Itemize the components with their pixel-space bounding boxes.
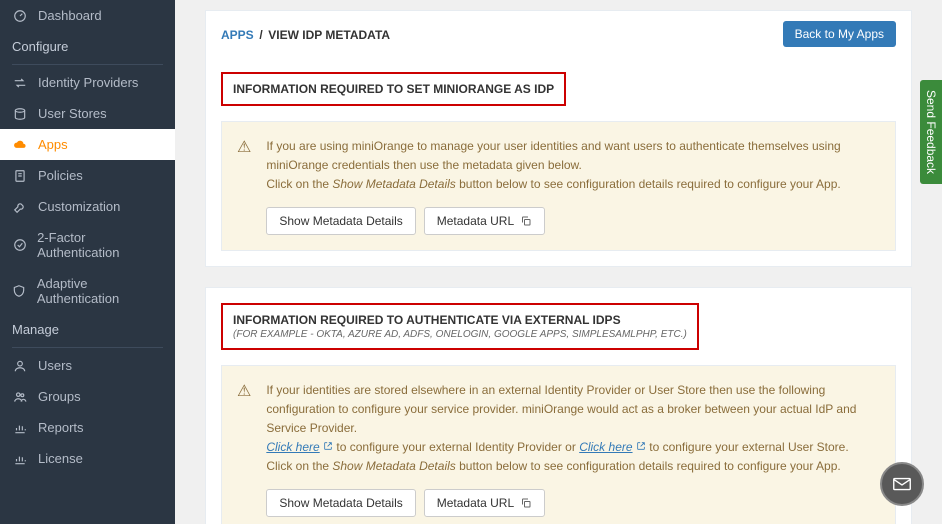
section-subtitle: (FOR EXAMPLE - OKTA, AZURE AD, ADFS, ONE…	[233, 329, 687, 340]
info-box-2: ⚠ If your identities are stored elsewher…	[221, 365, 896, 524]
info-text: If you are using miniOrange to manage yo…	[266, 137, 880, 235]
sidebar-label: Apps	[38, 137, 68, 152]
sidebar-label: Policies	[38, 168, 83, 183]
sidebar-label: Dashboard	[38, 8, 102, 23]
sidebar-item-2fa[interactable]: 2-Factor Authentication	[0, 222, 175, 268]
card-section-2: INFORMATION REQUIRED TO AUTHENTICATE VIA…	[205, 287, 912, 524]
sidebar-label: 2-Factor Authentication	[37, 230, 163, 260]
mail-icon	[891, 473, 913, 495]
show-metadata-details-button[interactable]: Show Metadata Details	[266, 207, 415, 235]
sidebar-section-manage: Manage	[0, 314, 175, 345]
sidebar-item-users[interactable]: Users	[0, 350, 175, 381]
button-row: Show Metadata Details Metadata URL	[266, 207, 880, 235]
metadata-url-button[interactable]: Metadata URL	[424, 207, 545, 235]
sidebar-item-reports[interactable]: Reports	[0, 412, 175, 443]
sidebar-item-license[interactable]: License	[0, 443, 175, 474]
sidebar-item-apps[interactable]: Apps	[0, 129, 175, 160]
button-row: Show Metadata Details Metadata URL	[266, 489, 880, 517]
divider	[12, 64, 163, 65]
sidebar-item-dashboard[interactable]: Dashboard	[0, 0, 175, 31]
show-metadata-details-button[interactable]: Show Metadata Details	[266, 489, 415, 517]
external-link-icon	[323, 441, 333, 451]
divider	[12, 347, 163, 348]
sidebar-label: Customization	[38, 199, 120, 214]
sidebar-label: License	[38, 451, 83, 466]
breadcrumb-current: VIEW IDP METADATA	[268, 28, 390, 42]
sidebar-label: Groups	[38, 389, 81, 404]
user-icon	[12, 359, 28, 373]
send-feedback-tab[interactable]: Send Feedback	[920, 80, 942, 184]
section-title-2: INFORMATION REQUIRED TO AUTHENTICATE VIA…	[221, 303, 699, 350]
info-line: Click on the Show Metadata Details butto…	[266, 175, 880, 194]
external-link-icon	[636, 441, 646, 451]
metadata-url-button[interactable]: Metadata URL	[424, 489, 545, 517]
shield-icon	[12, 284, 27, 298]
swap-icon	[12, 76, 28, 90]
section-title-text: INFORMATION REQUIRED TO SET MINIORANGE A…	[233, 82, 554, 96]
info-box-1: ⚠ If you are using miniOrange to manage …	[221, 121, 896, 251]
section-title-text: INFORMATION REQUIRED TO AUTHENTICATE VIA…	[233, 313, 687, 327]
configure-idp-link[interactable]: Click here	[266, 440, 319, 454]
sidebar: Dashboard Configure Identity Providers U…	[0, 0, 175, 524]
sidebar-label: Users	[38, 358, 72, 373]
sidebar-item-adaptive-auth[interactable]: Adaptive Authentication	[0, 268, 175, 314]
breadcrumb-apps-link[interactable]: APPS	[221, 28, 254, 42]
configure-userstore-link[interactable]: Click here	[579, 440, 632, 454]
section-title-1: INFORMATION REQUIRED TO SET MINIORANGE A…	[221, 72, 566, 106]
breadcrumb: APPS / VIEW IDP METADATA	[221, 27, 390, 42]
sidebar-section-configure: Configure	[0, 31, 175, 62]
group-icon	[12, 390, 28, 404]
sidebar-label: Adaptive Authentication	[37, 276, 163, 306]
sidebar-item-groups[interactable]: Groups	[0, 381, 175, 412]
info-line: Click here to configure your external Id…	[266, 438, 880, 457]
check-icon	[12, 238, 27, 252]
sidebar-item-policies[interactable]: Policies	[0, 160, 175, 191]
sidebar-label: Reports	[38, 420, 84, 435]
info-line: Click on the Show Metadata Details butto…	[266, 457, 880, 476]
sidebar-item-identity-providers[interactable]: Identity Providers	[0, 67, 175, 98]
main-content: APPS / VIEW IDP METADATA Back to My Apps…	[175, 0, 942, 524]
cloud-icon	[12, 138, 28, 152]
back-to-apps-button[interactable]: Back to My Apps	[783, 21, 896, 47]
card-body: INFORMATION REQUIRED TO SET MINIORANGE A…	[206, 57, 911, 266]
database-icon	[12, 107, 28, 121]
sidebar-label: User Stores	[38, 106, 107, 121]
sidebar-item-customization[interactable]: Customization	[0, 191, 175, 222]
card-header: APPS / VIEW IDP METADATA Back to My Apps	[206, 11, 911, 57]
warning-icon: ⚠	[237, 381, 251, 517]
info-line: If your identities are stored elsewhere …	[266, 381, 880, 439]
copy-icon	[520, 497, 532, 509]
contact-fab[interactable]	[880, 462, 924, 506]
copy-icon	[520, 215, 532, 227]
info-text: If your identities are stored elsewhere …	[266, 381, 880, 517]
chart-icon	[12, 421, 28, 435]
info-line: If you are using miniOrange to manage yo…	[266, 137, 880, 175]
sidebar-label: Identity Providers	[38, 75, 138, 90]
chart-icon	[12, 452, 28, 466]
file-icon	[12, 169, 28, 183]
warning-icon: ⚠	[237, 137, 251, 235]
wrench-icon	[12, 200, 28, 214]
breadcrumb-sep: /	[259, 28, 262, 42]
card-section-1: APPS / VIEW IDP METADATA Back to My Apps…	[205, 10, 912, 267]
dashboard-icon	[12, 9, 28, 23]
card-body: INFORMATION REQUIRED TO AUTHENTICATE VIA…	[206, 288, 911, 524]
sidebar-item-user-stores[interactable]: User Stores	[0, 98, 175, 129]
